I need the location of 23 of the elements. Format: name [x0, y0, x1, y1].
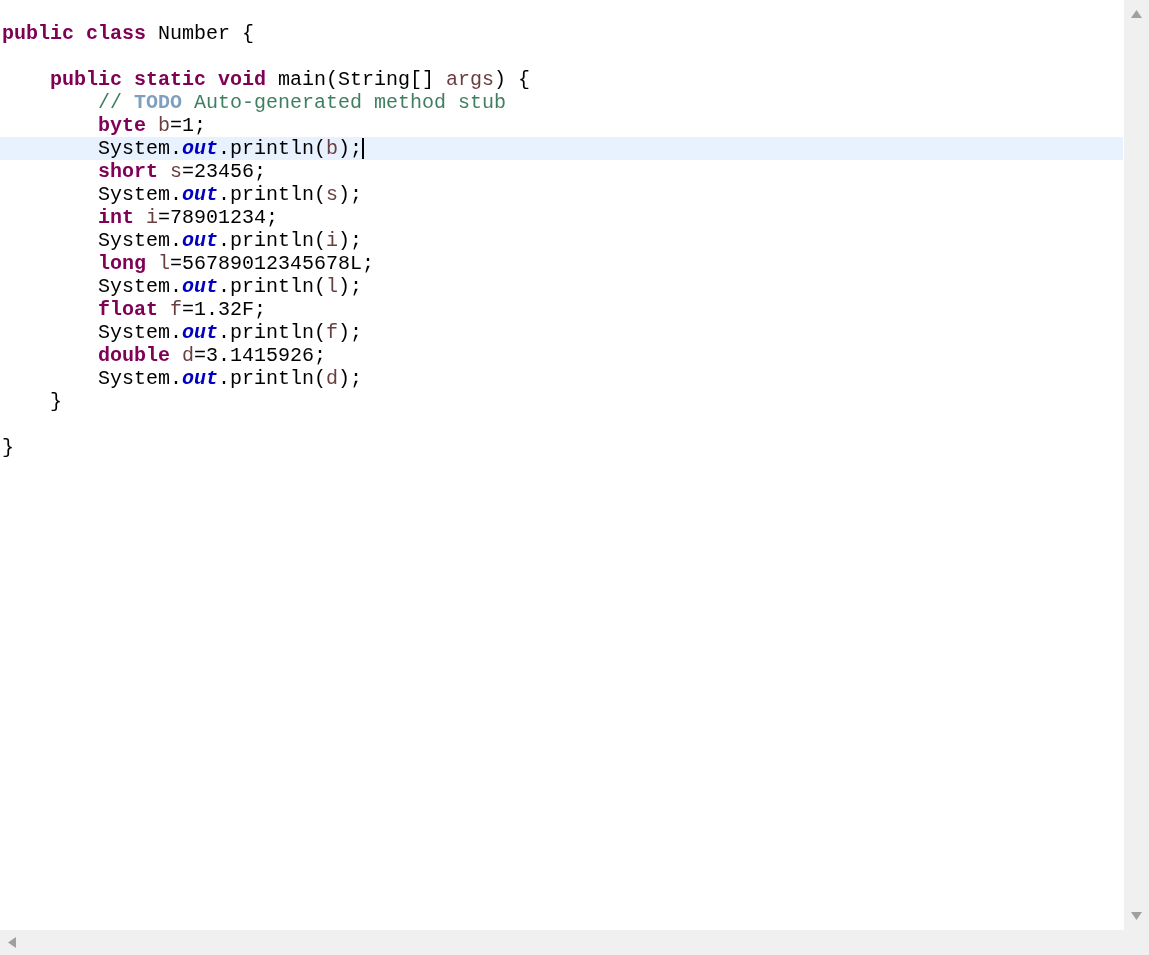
code-line: } — [2, 436, 14, 459]
code-line: int i=78901234; — [97, 206, 279, 229]
code-line: double d=3.1415926; — [97, 344, 327, 367]
code-line: public static void main(String[] args) { — [49, 68, 531, 91]
code-line: float f=1.32F; — [97, 298, 267, 321]
code-line: System.out.println(d); — [97, 367, 363, 390]
code-line: System.out.println(f); — [97, 321, 363, 344]
scroll-left-icon[interactable] — [8, 937, 16, 948]
code-line: public class Number { — [2, 22, 255, 45]
code-line: } — [49, 390, 62, 413]
code-line: short s=23456; — [97, 160, 267, 183]
code-line: System.out.println(i); — [97, 229, 363, 252]
scroll-down-icon[interactable] — [1131, 912, 1142, 920]
code-line: long l=56789012345678L; — [97, 252, 375, 275]
vertical-scrollbar[interactable] — [1124, 0, 1149, 930]
code-line: System.out.println(s); — [97, 183, 363, 206]
code-line: // TODO Auto-generated method stub — [97, 91, 507, 114]
text-cursor — [362, 138, 365, 159]
code-line: byte b=1; — [97, 114, 207, 137]
code-line: System.out.println(b); — [97, 137, 363, 160]
scroll-up-icon[interactable] — [1131, 10, 1142, 18]
code-line: System.out.println(l); — [97, 275, 363, 298]
horizontal-scrollbar[interactable] — [0, 930, 1149, 955]
